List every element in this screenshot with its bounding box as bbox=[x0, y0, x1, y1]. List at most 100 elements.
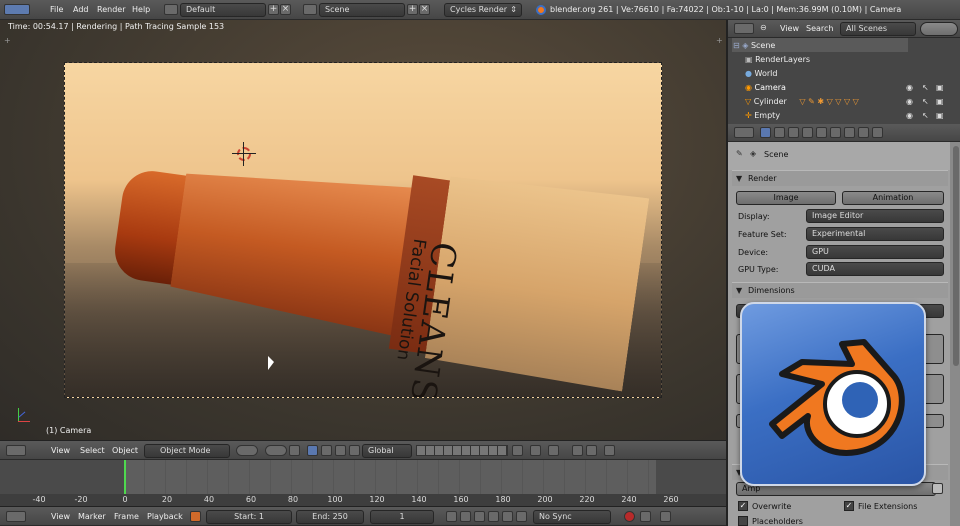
snap-icon[interactable] bbox=[289, 445, 300, 456]
layout-selector[interactable]: Default bbox=[180, 3, 266, 17]
properties-editor-type-icon[interactable] bbox=[734, 127, 754, 138]
outliner-editor-type-icon[interactable] bbox=[734, 23, 754, 34]
viewport-menu-view[interactable]: View bbox=[51, 441, 70, 461]
visibility-eye-icon[interactable]: ◉ bbox=[906, 83, 913, 92]
scene-tab-icon[interactable] bbox=[774, 127, 785, 138]
outliner-display-select[interactable]: All Scenes bbox=[840, 22, 916, 36]
timeline-editor-type-icon[interactable] bbox=[6, 511, 26, 522]
gpu-type-select[interactable]: CUDA bbox=[806, 262, 944, 276]
timeline-menu-marker[interactable]: Marker bbox=[78, 507, 106, 526]
remove-scene-icon[interactable]: × bbox=[419, 4, 430, 15]
timeline-menu-playback[interactable]: Playback bbox=[147, 507, 183, 526]
insert-keyframe-icon[interactable] bbox=[660, 511, 671, 522]
scene-selector[interactable]: Scene bbox=[319, 3, 405, 17]
add-scene-icon[interactable]: + bbox=[407, 4, 418, 15]
scene-icon[interactable] bbox=[303, 4, 317, 15]
render-image-button[interactable]: Image bbox=[736, 191, 836, 205]
layers-grid[interactable] bbox=[416, 445, 508, 456]
pin-icon[interactable]: ✎ bbox=[736, 149, 743, 158]
constraints-tab-icon[interactable] bbox=[816, 127, 827, 138]
display-select[interactable]: Image Editor bbox=[806, 209, 944, 223]
selectable-arrow-icon[interactable]: ↖ bbox=[922, 111, 929, 120]
render-panel-header[interactable]: ▼ Render bbox=[732, 170, 948, 186]
outliner-toggle-icon[interactable]: ⊖ bbox=[760, 23, 767, 32]
render-opengl-icon[interactable] bbox=[572, 445, 583, 456]
object-tab-icon[interactable] bbox=[802, 127, 813, 138]
physics-tab-icon[interactable] bbox=[872, 127, 883, 138]
selectable-arrow-icon[interactable]: ↖ bbox=[922, 83, 929, 92]
end-frame-field[interactable]: End: 250 bbox=[296, 510, 364, 524]
remove-layout-icon[interactable]: × bbox=[280, 4, 291, 15]
feature-set-select[interactable]: Experimental bbox=[806, 227, 944, 241]
orientation-select[interactable]: Global bbox=[362, 444, 412, 458]
pivot-select-icon[interactable] bbox=[265, 445, 287, 456]
outliner-menu-view[interactable]: View bbox=[780, 19, 799, 39]
editor-type-icon[interactable] bbox=[4, 4, 30, 15]
jump-start-icon[interactable] bbox=[446, 511, 457, 522]
file-browse-icon[interactable] bbox=[932, 483, 943, 494]
placeholders-checkbox[interactable] bbox=[738, 516, 748, 526]
outliner-item-empty[interactable]: ✛ Empty bbox=[745, 109, 780, 123]
proportional-edit-icon[interactable] bbox=[530, 445, 541, 456]
keying-set-icon[interactable] bbox=[640, 511, 651, 522]
timeline-menu-frame[interactable]: Frame bbox=[114, 507, 139, 526]
snap-element-icon[interactable] bbox=[548, 445, 559, 456]
material-tab-icon[interactable] bbox=[858, 127, 869, 138]
pause-icon[interactable] bbox=[604, 445, 615, 456]
overwrite-checkbox[interactable]: ✓ bbox=[738, 501, 748, 511]
mode-select[interactable]: Object Mode bbox=[144, 444, 230, 458]
outliner-search-input[interactable] bbox=[920, 22, 958, 36]
viewport-menu-select[interactable]: Select bbox=[80, 441, 105, 461]
render-engine-select[interactable]: Cycles Render ⇕ bbox=[444, 3, 522, 17]
modifiers-tab-icon[interactable] bbox=[830, 127, 841, 138]
menu-help[interactable]: Help bbox=[132, 0, 150, 20]
translate-icon[interactable] bbox=[321, 445, 332, 456]
current-frame-field[interactable]: 1 bbox=[370, 510, 434, 524]
visibility-eye-icon[interactable]: ◉ bbox=[906, 97, 913, 106]
menu-render[interactable]: Render bbox=[97, 0, 125, 20]
lock-layers-icon[interactable] bbox=[512, 445, 523, 456]
add-layout-icon[interactable]: + bbox=[268, 4, 279, 15]
timeline-playhead[interactable] bbox=[124, 460, 126, 494]
renderable-camera-icon[interactable]: ▣ bbox=[936, 97, 944, 106]
viewport-menu-object[interactable]: Object bbox=[112, 441, 138, 461]
outliner-item-cylinder[interactable]: ▽ Cylinder ▽ ✎ ✱ ▽ ▽ ▽ ▽ bbox=[745, 95, 859, 109]
rotate-icon[interactable] bbox=[335, 445, 346, 456]
scale-icon[interactable] bbox=[349, 445, 360, 456]
properties-toggle-icon[interactable]: + bbox=[716, 36, 723, 45]
layout-icon[interactable] bbox=[164, 4, 178, 15]
scrollbar-thumb[interactable] bbox=[953, 146, 959, 366]
outliner-item-world[interactable]: ● World bbox=[745, 67, 777, 81]
menu-file[interactable]: File bbox=[50, 0, 63, 20]
selectable-arrow-icon[interactable]: ↖ bbox=[922, 97, 929, 106]
play-reverse-icon[interactable] bbox=[474, 511, 485, 522]
timeline-area[interactable] bbox=[0, 460, 726, 494]
render-anim-icon[interactable] bbox=[586, 445, 597, 456]
viewport-editor-type-icon[interactable] bbox=[6, 445, 26, 456]
3d-cursor-icon[interactable] bbox=[232, 142, 256, 166]
renderable-camera-icon[interactable]: ▣ bbox=[936, 111, 944, 120]
tool-toggle-icon[interactable]: + bbox=[4, 36, 11, 45]
data-tab-icon[interactable] bbox=[844, 127, 855, 138]
world-tab-icon[interactable] bbox=[788, 127, 799, 138]
outliner-item-scene[interactable]: ⊟ ◈ Scene bbox=[733, 39, 775, 53]
menu-add[interactable]: Add bbox=[73, 0, 89, 20]
properties-scrollbar[interactable] bbox=[950, 142, 960, 526]
start-frame-field[interactable]: Start: 1 bbox=[206, 510, 292, 524]
play-icon[interactable] bbox=[488, 511, 499, 522]
renderable-camera-icon[interactable]: ▣ bbox=[936, 83, 944, 92]
manipulator-icon[interactable] bbox=[307, 445, 318, 456]
dimensions-panel-header[interactable]: ▼ Dimensions bbox=[732, 282, 948, 298]
shading-select-icon[interactable] bbox=[236, 445, 258, 456]
record-icon[interactable] bbox=[624, 511, 635, 522]
jump-keyframe-back-icon[interactable] bbox=[460, 511, 471, 522]
preview-range-icon[interactable] bbox=[190, 511, 201, 522]
timeline-menu-view[interactable]: View bbox=[51, 507, 70, 526]
jump-keyframe-forward-icon[interactable] bbox=[502, 511, 513, 522]
jump-end-icon[interactable] bbox=[516, 511, 527, 522]
device-select[interactable]: GPU bbox=[806, 245, 944, 259]
render-animation-button[interactable]: Animation bbox=[842, 191, 944, 205]
sync-select[interactable]: No Sync bbox=[533, 510, 611, 524]
3d-viewport[interactable]: Time: 00:54.17 | Rendering | Path Tracin… bbox=[0, 20, 726, 440]
file-extensions-checkbox[interactable]: ✓ bbox=[844, 501, 854, 511]
